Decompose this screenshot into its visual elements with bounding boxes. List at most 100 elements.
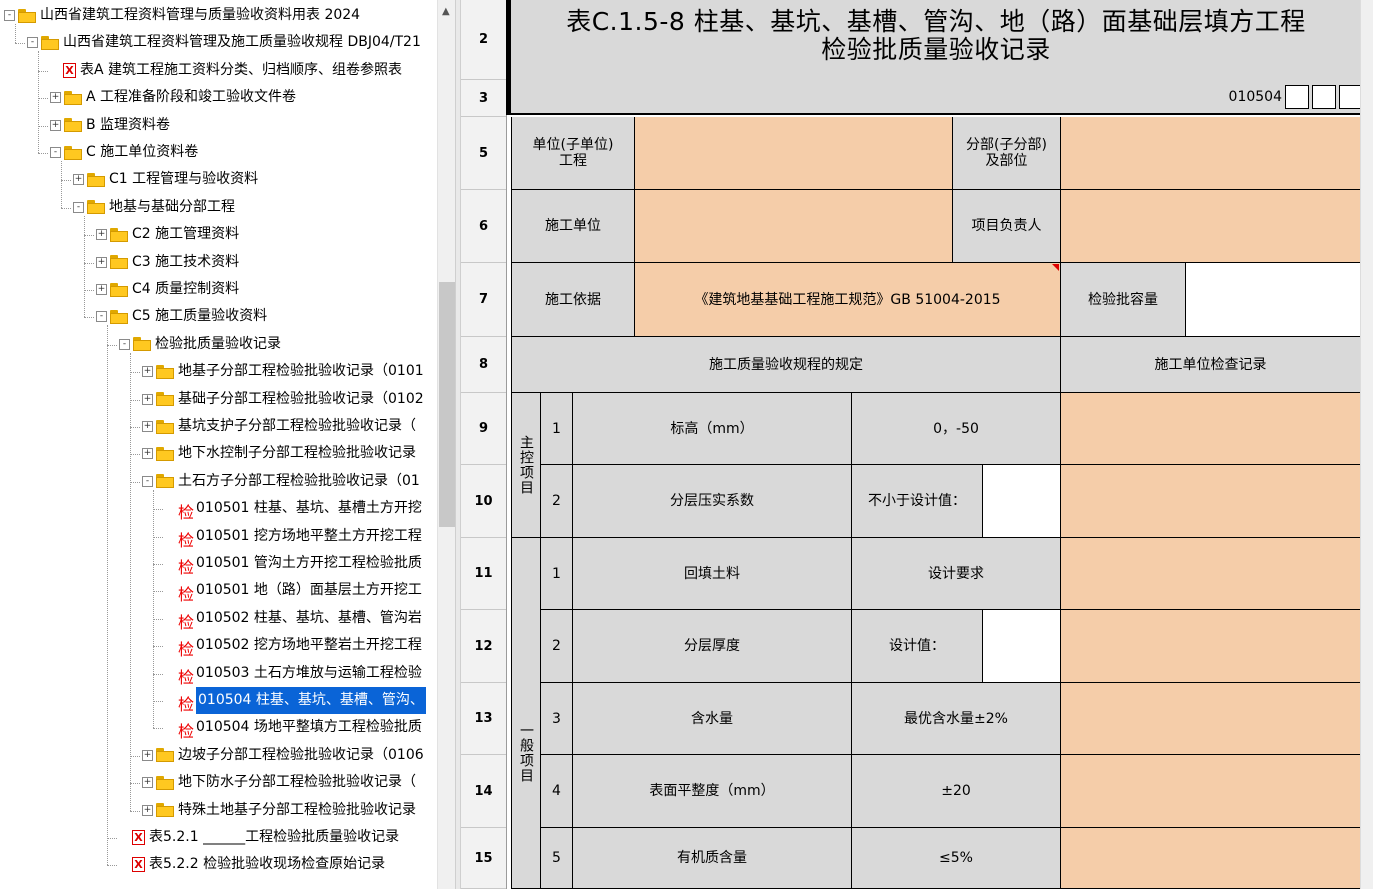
item-spec-value[interactable] bbox=[983, 610, 1061, 683]
tree-item[interactable]: 检 010502 柱基、基坑、基槽、管沟岩 bbox=[165, 605, 422, 632]
row-number[interactable]: 9 bbox=[461, 393, 506, 465]
tree-item[interactable]: + 基坑支护子分部工程检验批验收记录（ bbox=[142, 413, 416, 440]
batch-capacity-value[interactable] bbox=[1186, 263, 1361, 337]
tree-scrollbar-thumb[interactable] bbox=[439, 282, 455, 527]
item-check-record[interactable] bbox=[1061, 683, 1361, 755]
collapse-icon[interactable]: - bbox=[50, 147, 61, 158]
collapse-icon[interactable]: - bbox=[73, 201, 84, 213]
tree-item-label: 检验批质量验收记录 bbox=[155, 335, 281, 352]
tree-item[interactable]: + 地下水控制子分部工程检验批验收记录 bbox=[142, 440, 416, 467]
tree-item[interactable]: + C3 施工技术资料 bbox=[96, 249, 239, 276]
tree-item[interactable]: 检 010501 地（路）面基层土方开挖工 bbox=[165, 577, 422, 604]
item-check-record[interactable] bbox=[1061, 610, 1361, 683]
row-number[interactable]: 10 bbox=[461, 465, 506, 538]
row-number[interactable]: 2 bbox=[461, 0, 506, 80]
item-check-record[interactable] bbox=[1061, 828, 1361, 889]
tree-item[interactable]: + 基础子分部工程检验批验收记录（0102 bbox=[142, 386, 424, 413]
tree-item[interactable]: + C2 施工管理资料 bbox=[96, 221, 239, 248]
tree-item[interactable]: + 边坡子分部工程检验批验收记录（0106 bbox=[142, 742, 424, 769]
row-number[interactable]: 6 bbox=[461, 190, 506, 263]
collapse-icon[interactable]: - bbox=[96, 311, 107, 323]
tree-item[interactable]: - 山西省建筑工程资料管理及施工质量验收规程 DBJ04/T21 bbox=[27, 29, 421, 56]
item-spec: 设计值： bbox=[852, 610, 983, 683]
construction-basis-value[interactable]: 《建筑地基基础工程施工规范》GB 51004-2015 bbox=[635, 263, 1061, 337]
tree-item[interactable]: + A 工程准备阶段和竣工验收文件卷 bbox=[50, 84, 296, 111]
expand-icon[interactable]: + bbox=[96, 284, 107, 295]
tree-item[interactable]: 检 010504 场地平整填方工程检验批质 bbox=[165, 714, 422, 741]
folder-open-icon bbox=[156, 474, 174, 489]
item-check-record[interactable] bbox=[1061, 393, 1361, 465]
batch-capacity-label: 检验批容量 bbox=[1061, 263, 1186, 337]
row-number[interactable]: 14 bbox=[461, 755, 506, 828]
expand-icon[interactable]: + bbox=[96, 229, 107, 241]
tree-connector bbox=[130, 454, 140, 456]
tree-item[interactable]: 检 010503 土石方堆放与运输工程检验 bbox=[165, 660, 422, 687]
collapse-icon[interactable]: - bbox=[4, 10, 15, 21]
tree-item[interactable]: + B 监理资料卷 bbox=[50, 112, 170, 139]
tree-item[interactable]: 检 010504 柱基、基坑、基槽、管沟、 bbox=[165, 687, 426, 714]
row-number[interactable]: 3 bbox=[461, 80, 506, 117]
tree-item[interactable]: - 检验批质量验收记录 bbox=[119, 331, 281, 358]
expand-icon[interactable]: + bbox=[142, 421, 153, 432]
expand-icon[interactable]: + bbox=[142, 749, 153, 761]
collapse-icon[interactable]: - bbox=[27, 37, 38, 49]
item-check-record[interactable] bbox=[1061, 755, 1361, 828]
tree-item[interactable]: - C 施工单位资料卷 bbox=[50, 139, 198, 166]
item-check-record[interactable] bbox=[1061, 465, 1361, 538]
collapse-icon[interactable]: - bbox=[119, 338, 130, 350]
folder-icon bbox=[110, 282, 128, 297]
tree-item[interactable]: + 地下防水子分部工程检验批验收记录（ bbox=[142, 769, 416, 796]
tree-item[interactable]: - C5 施工质量验收资料 bbox=[96, 303, 267, 330]
row-number[interactable]: 12 bbox=[461, 610, 506, 683]
row-header: 2 3 5 6 7 8 9 10 11 12 13 14 15 bbox=[461, 0, 507, 889]
row-number[interactable]: 7 bbox=[461, 263, 506, 337]
item-spec-value[interactable] bbox=[983, 465, 1061, 538]
tree-item[interactable]: 检 010501 挖方场地平整土方开挖工程 bbox=[165, 523, 422, 550]
row-number[interactable]: 15 bbox=[461, 828, 506, 889]
division-part-value[interactable] bbox=[1061, 117, 1361, 190]
scroll-up-icon[interactable]: ▲ bbox=[442, 6, 450, 17]
comment-indicator-icon[interactable] bbox=[1052, 264, 1059, 271]
tree-scrollbar[interactable]: ▲ bbox=[437, 0, 455, 889]
row-number[interactable]: 5 bbox=[461, 117, 506, 190]
tree-item[interactable]: + 特殊土地基子分部工程检验批验收记录 bbox=[142, 797, 416, 824]
tree-connector bbox=[38, 70, 48, 72]
sheet-scrollbar[interactable] bbox=[1360, 0, 1373, 889]
project-manager-value[interactable] bbox=[1061, 190, 1361, 263]
tree-item[interactable]: - 土石方子分部工程检验批验收记录（01 bbox=[142, 468, 420, 495]
tree-item[interactable]: X 表5.2.1 ______工程检验批质量验收记录 bbox=[119, 824, 399, 851]
code-box-2[interactable] bbox=[1312, 85, 1336, 109]
expand-icon[interactable]: + bbox=[142, 448, 153, 460]
expand-icon[interactable]: + bbox=[142, 804, 153, 816]
row-number[interactable]: 8 bbox=[461, 337, 506, 393]
main-items-label: 主控项目 bbox=[511, 393, 541, 538]
tree-item[interactable]: 检 010502 挖方场地平整岩土开挖工程 bbox=[165, 632, 422, 659]
tree-item[interactable]: - 地基与基础分部工程 bbox=[73, 194, 235, 221]
tree-item[interactable]: 检 010501 管沟土方开挖工程检验批质 bbox=[165, 550, 422, 577]
unit-project-value[interactable] bbox=[635, 117, 953, 190]
tree-item[interactable]: + C4 质量控制资料 bbox=[96, 276, 239, 303]
check-record-header: 施工单位检查记录 bbox=[1061, 337, 1361, 393]
expand-icon[interactable]: + bbox=[73, 174, 84, 186]
code-box-1[interactable] bbox=[1285, 85, 1309, 109]
row-number[interactable]: 13 bbox=[461, 683, 506, 755]
expand-icon[interactable]: + bbox=[50, 119, 61, 131]
tree-item[interactable]: X 表5.2.2 检验批验收现场检查原始记录 bbox=[119, 851, 385, 878]
row-number[interactable]: 11 bbox=[461, 538, 506, 610]
tree-connector bbox=[107, 344, 117, 346]
collapse-icon[interactable]: - bbox=[142, 475, 153, 487]
construction-unit-value[interactable] bbox=[635, 190, 953, 263]
tree-item[interactable]: + C1 工程管理与验收资料 bbox=[73, 166, 258, 193]
tree-item-label: B 监理资料卷 bbox=[86, 116, 171, 133]
expand-icon[interactable]: + bbox=[142, 777, 153, 789]
item-check-record[interactable] bbox=[1061, 538, 1361, 610]
expand-icon[interactable]: + bbox=[96, 256, 107, 268]
expand-icon[interactable]: + bbox=[142, 393, 153, 405]
tree-item[interactable]: X 表A 建筑工程施工资料分类、归档顺序、组卷参照表 bbox=[50, 57, 402, 84]
expand-icon[interactable]: + bbox=[50, 92, 61, 104]
tree-item[interactable]: - 山西省建筑工程资料管理与质量验收资料用表 2024 bbox=[4, 2, 360, 29]
tree-item[interactable]: + 地基子分部工程检验批验收记录（0101 bbox=[142, 358, 424, 385]
tree-item-label: 基础子分部工程检验批验收记录（0102 bbox=[178, 390, 424, 407]
expand-icon[interactable]: + bbox=[142, 366, 153, 378]
tree-item[interactable]: 检 010501 柱基、基坑、基槽土方开挖 bbox=[165, 495, 422, 522]
